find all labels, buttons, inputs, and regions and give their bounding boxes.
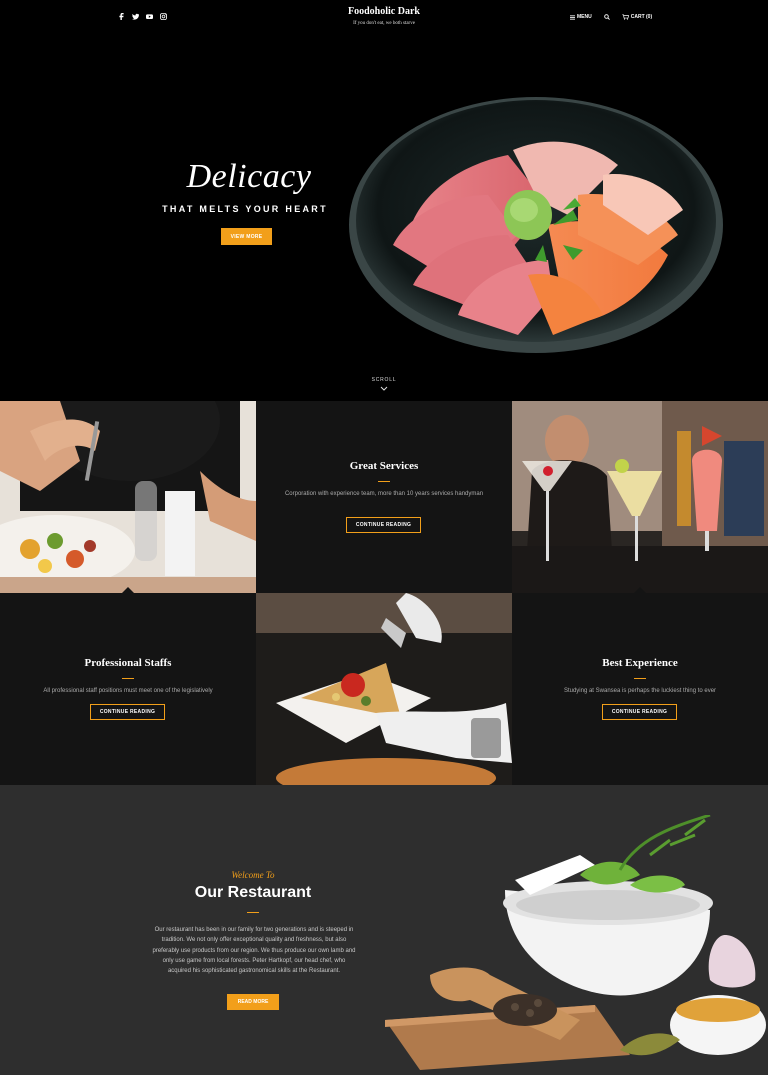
- accent-rule: [122, 678, 134, 679]
- site-tagline: If you don't eat, we both starve: [353, 21, 415, 26]
- welcome-label: Welcome To: [231, 870, 275, 880]
- accent-rule: [247, 912, 259, 913]
- menu-label: MENU: [577, 14, 592, 20]
- hero-script-title: Delicacy: [186, 158, 312, 195]
- scroll-label[interactable]: SCROLL: [0, 377, 768, 383]
- read-more-button[interactable]: READ MORE: [227, 994, 279, 1010]
- site-title[interactable]: Foodoholic Dark: [0, 6, 768, 17]
- cocktail-photo: [512, 401, 768, 593]
- restaurant-text: Our restaurant has been in our family fo…: [152, 927, 356, 975]
- pizza-photo: [256, 593, 512, 785]
- site-brand[interactable]: Foodoholic Dark If you don't eat, we bot…: [0, 6, 768, 26]
- feature-best-experience: Best Experience Studying at Swansea is p…: [512, 593, 768, 785]
- restaurant-title: Our Restaurant: [194, 884, 312, 901]
- accent-rule: [634, 678, 646, 679]
- feature-great-services: Great Services Corporation with experien…: [256, 401, 512, 593]
- dining-photo: [0, 401, 256, 593]
- accent-rule: [378, 481, 390, 482]
- cart-icon: [622, 14, 629, 20]
- search-icon: [603, 14, 610, 20]
- cart-label: CART (0): [630, 14, 653, 20]
- header-nav: MENU CART (0): [570, 14, 652, 20]
- feature-text: Corporation with experience team, more t…: [284, 491, 484, 497]
- cart-button[interactable]: CART (0): [622, 14, 652, 20]
- feature-text: All professional staff positions must me…: [43, 688, 213, 694]
- hamburger-icon: [570, 14, 575, 20]
- feature-title: Great Services: [349, 460, 419, 472]
- feature-title: Professional Staffs: [84, 657, 172, 669]
- hero-subtitle: THAT MELTS YOUR HEART: [162, 204, 328, 214]
- sashimi-bowl-image: [349, 97, 723, 353]
- site-header: Foodoholic Dark If you don't eat, we bot…: [0, 0, 768, 36]
- feature-title: Best Experience: [602, 657, 678, 669]
- feature-professional-staffs: Professional Staffs All professional sta…: [0, 593, 256, 785]
- menu-button[interactable]: MENU: [570, 14, 592, 20]
- restaurant-section: Welcome To Our Restaurant Our restaurant…: [0, 785, 768, 1075]
- features-grid: Great Services Corporation with experien…: [0, 401, 768, 785]
- feature-text: Studying at Swansea is perhaps the lucki…: [563, 688, 717, 694]
- continue-reading-button[interactable]: CONTINUE READING: [346, 517, 421, 533]
- view-more-button[interactable]: VIEW MORE: [221, 228, 272, 245]
- hero-section: Delicacy THAT MELTS YOUR HEART VIEW MORE…: [0, 0, 768, 401]
- chevron-down-icon[interactable]: [380, 386, 388, 391]
- continue-reading-button[interactable]: CONTINUE READING: [602, 704, 677, 720]
- search-button[interactable]: [603, 14, 610, 20]
- mortar-spices-image: [385, 815, 766, 1070]
- continue-reading-button[interactable]: CONTINUE READING: [90, 704, 165, 720]
